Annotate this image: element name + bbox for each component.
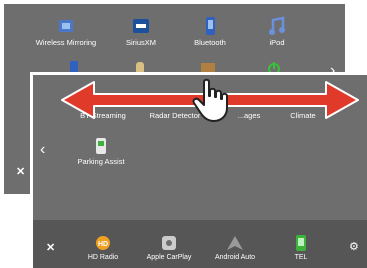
wireless-mirroring-icon — [59, 20, 73, 32]
parking-assist-icon — [96, 138, 106, 154]
svg-text:HD: HD — [98, 241, 108, 248]
prev-page-button[interactable]: ‹ — [40, 141, 45, 159]
app-label: Wireless Mirroring — [35, 38, 97, 47]
app-label: iPod — [269, 38, 285, 47]
android-auto-icon — [227, 236, 243, 250]
settings-button[interactable]: ⚙ — [349, 240, 359, 253]
hand-pointer-icon — [192, 78, 228, 122]
ipod-icon — [269, 16, 285, 35]
app-label: SiriusXM — [125, 38, 156, 47]
apple-carplay-icon — [162, 236, 176, 250]
tel-icon — [296, 235, 306, 251]
app-parking-assist[interactable]: Parking Assist — [61, 137, 141, 166]
bluetooth-phone-icon — [206, 17, 215, 35]
dock-tel[interactable]: TEL — [261, 235, 341, 262]
dock-label: TEL — [294, 254, 308, 261]
app-ipod[interactable]: iPod — [237, 16, 317, 47]
app-wireless-mirroring[interactable]: Wireless Mirroring — [26, 16, 106, 47]
siriusxm-icon — [133, 19, 149, 33]
dock-close-button[interactable]: ✕ — [46, 241, 55, 254]
back-close-button[interactable]: ✕ — [16, 165, 25, 178]
app-siriusxm[interactable]: SiriusXM — [101, 16, 181, 47]
hd-radio-icon: HD — [96, 236, 110, 250]
app-label: Parking Assist — [77, 157, 125, 166]
